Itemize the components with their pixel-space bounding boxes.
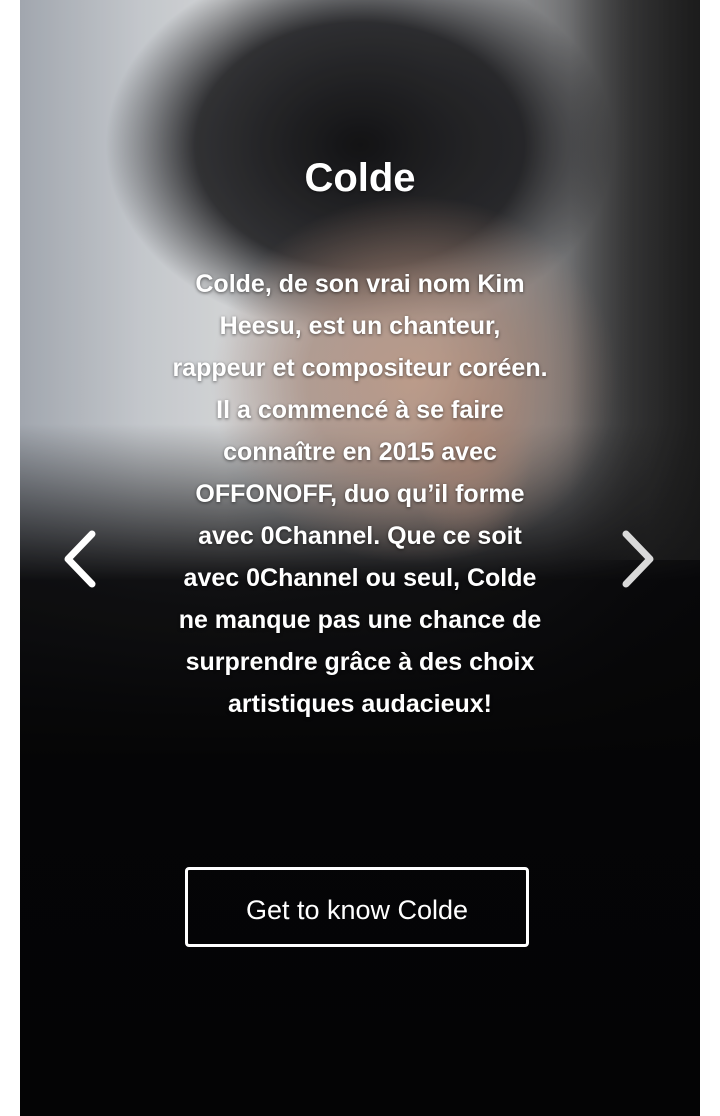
chevron-right-icon <box>612 526 662 592</box>
carousel-slide: Colde Colde, de son vrai nom Kim Heesu, … <box>20 0 700 1116</box>
get-to-know-button[interactable]: Get to know Colde <box>185 867 529 947</box>
chevron-left-icon <box>58 526 108 592</box>
slide-description: Colde, de son vrai nom Kim Heesu, est un… <box>172 270 548 718</box>
previous-slide-button[interactable] <box>58 526 108 592</box>
next-slide-button[interactable] <box>612 526 662 592</box>
slide-title: Colde <box>304 156 416 200</box>
